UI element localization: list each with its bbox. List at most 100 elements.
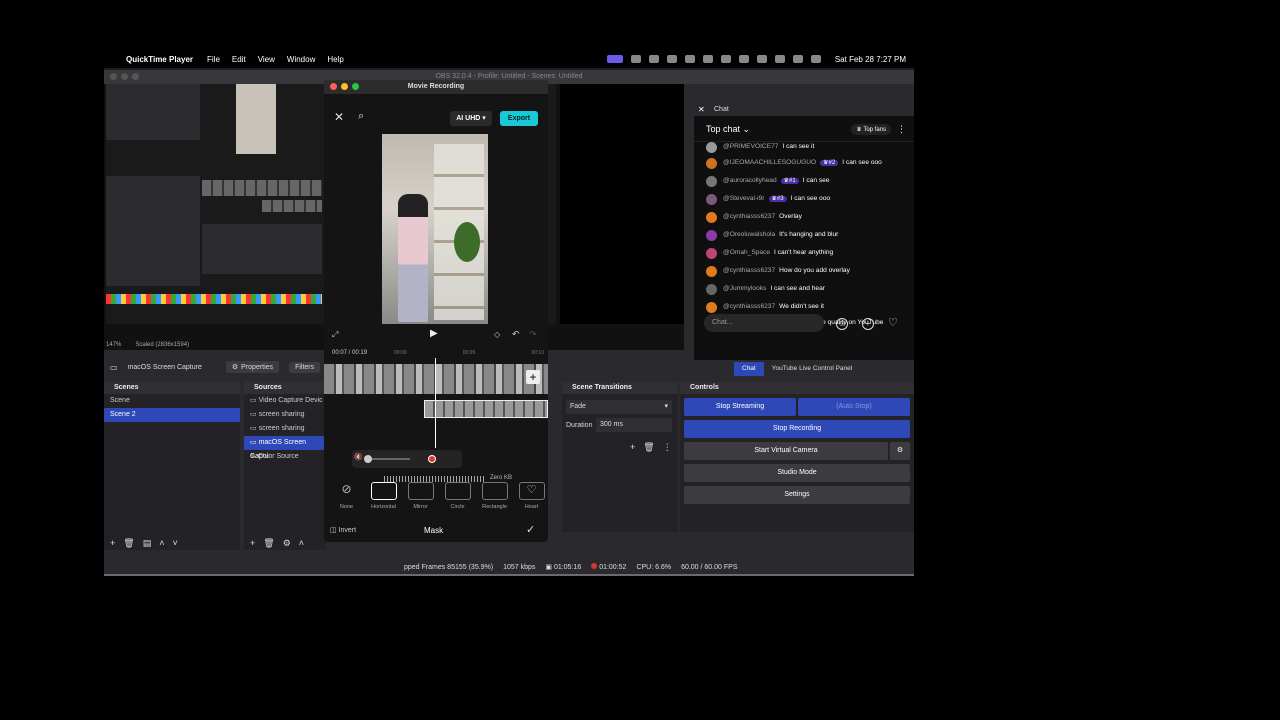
source-item[interactable]: ✎ Color Source: [244, 450, 326, 464]
scaled-resolution[interactable]: Scaled (2836x1594): [135, 342, 189, 348]
chat-author[interactable]: @PRIMEVOICE77: [723, 143, 778, 150]
mask-mirror[interactable]: Mirror: [404, 482, 437, 518]
chat-message[interactable]: @cynthiasss6237 We didn't see it: [706, 302, 906, 313]
gear-icon[interactable]: ⚙: [283, 538, 291, 549]
avatar[interactable]: [706, 284, 717, 295]
stop-recording-button[interactable]: Stop Recording: [684, 420, 910, 438]
top-fans-button[interactable]: ♛ Top fans: [851, 124, 891, 135]
stop-streaming-button[interactable]: Stop Streaming: [684, 398, 796, 416]
menu-edit[interactable]: Edit: [232, 55, 246, 64]
menu-help[interactable]: Help: [327, 55, 343, 64]
search-icon[interactable]: [792, 55, 803, 63]
minimize-button[interactable]: [121, 73, 128, 80]
zoom-button[interactable]: [352, 83, 359, 90]
chat-author[interactable]: @IJEOMAACHILLESOGUGUO: [723, 159, 816, 166]
status-icon[interactable]: [666, 55, 677, 63]
chat-input[interactable]: Chat...: [704, 314, 824, 332]
close-icon[interactable]: ✕: [698, 105, 705, 114]
minimize-button[interactable]: [341, 83, 348, 90]
chat-message[interactable]: @cynthiasss6237 Overlay: [706, 212, 906, 223]
invert-toggle[interactable]: ◫ Invert: [330, 526, 356, 534]
trash-icon[interactable]: 🗑: [263, 538, 274, 549]
close-button[interactable]: [110, 73, 117, 80]
app-menu[interactable]: QuickTime Player: [126, 55, 193, 64]
chat-mode-select[interactable]: Top chat ⌄: [706, 124, 750, 135]
avatar[interactable]: [706, 158, 717, 169]
filters-button[interactable]: Filters: [289, 361, 321, 373]
chat-author[interactable]: @cynthiasss6237: [723, 213, 775, 220]
source-item[interactable]: ▭ screen sharing: [244, 422, 326, 436]
chat-message[interactable]: @cynthiasss6237 How do you add overlay: [706, 266, 906, 277]
more-icon[interactable]: ⋮: [897, 124, 906, 135]
chevron-up-icon[interactable]: ˄: [299, 538, 304, 548]
tab-chat[interactable]: Chat: [734, 362, 764, 376]
confirm-icon[interactable]: ✓: [526, 523, 535, 536]
search-icon[interactable]: ⌕: [358, 110, 364, 123]
filter-icon[interactable]: ▤: [143, 538, 152, 549]
mask-horizontal[interactable]: Horizontal: [367, 482, 400, 518]
avatar[interactable]: [706, 212, 717, 223]
chat-message[interactable]: @Jummylooks I can see and hear: [706, 284, 906, 295]
mask-heart[interactable]: ♡ Heart: [515, 482, 548, 518]
scene-item-selected[interactable]: Scene 2: [104, 408, 240, 422]
control-center-icon[interactable]: [810, 55, 821, 63]
add-icon[interactable]: +: [110, 538, 115, 548]
undo-icon[interactable]: ↶: [512, 329, 520, 340]
status-icon[interactable]: [630, 55, 641, 63]
video-preview[interactable]: [382, 134, 488, 324]
play-icon[interactable]: ▶: [430, 328, 438, 339]
source-item-selected[interactable]: ▭ macOS Screen Captu: [244, 436, 326, 460]
menu-window[interactable]: Window: [287, 55, 315, 64]
emoji-icon[interactable]: ☺: [836, 318, 848, 330]
chat-message[interactable]: @PRIMEVOICE77 I can see it: [706, 142, 906, 153]
chat-message[interactable]: @IJEOMAACHILLESOGUGUO ♛#2 I can see ooo: [706, 158, 906, 169]
chat-author[interactable]: @auroracollyhead: [723, 177, 777, 184]
source-item[interactable]: ▭ screen sharing: [244, 408, 326, 422]
chat-author[interactable]: @Jummylooks: [723, 285, 766, 292]
more-icon[interactable]: ⋮: [663, 442, 672, 453]
battery-icon[interactable]: [756, 55, 767, 63]
chat-message[interactable]: @auroracollyhead ♛#1 I can see: [706, 176, 906, 187]
chat-author[interactable]: @Steveval-i9r: [723, 195, 765, 202]
transition-select[interactable]: Fade ▾: [566, 400, 672, 414]
play-icon[interactable]: [720, 55, 731, 63]
volume-slider[interactable]: [366, 458, 410, 460]
close-icon[interactable]: ✕: [334, 110, 344, 124]
quality-select[interactable]: AI UHD ▾: [450, 111, 492, 126]
keyframe-icon[interactable]: ◇: [494, 330, 500, 339]
chat-author[interactable]: @cynthiasss6237: [723, 303, 775, 310]
mask-none[interactable]: ⊘ None: [330, 482, 363, 518]
auto-stop-button[interactable]: (Auto Stop): [798, 398, 910, 416]
video-track[interactable]: [324, 364, 548, 394]
status-icon[interactable]: [648, 55, 659, 63]
virtual-camera-settings-icon[interactable]: ⚙: [890, 442, 910, 460]
avatar[interactable]: [706, 266, 717, 277]
export-button[interactable]: Export: [500, 111, 538, 126]
trash-icon[interactable]: 🗑: [643, 442, 654, 453]
playhead[interactable]: [435, 358, 436, 448]
close-button[interactable]: [330, 83, 337, 90]
chevron-up-icon[interactable]: ˄: [159, 538, 164, 548]
menu-view[interactable]: View: [258, 55, 275, 64]
settings-button[interactable]: Settings: [684, 486, 910, 504]
mute-icon[interactable]: 🔇: [354, 453, 363, 461]
source-item[interactable]: ▭ Video Capture Devic: [244, 394, 326, 408]
avatar[interactable]: [706, 142, 717, 153]
chat-author[interactable]: @cynthiasss6237: [723, 267, 775, 274]
add-icon[interactable]: +: [862, 318, 874, 330]
tab-youtube-live-control-panel[interactable]: YouTube Live Control Panel: [763, 362, 861, 376]
record-icon[interactable]: [428, 455, 436, 463]
mask-rectangle[interactable]: Rectangle: [478, 482, 511, 518]
add-icon[interactable]: +: [250, 538, 255, 548]
avatar[interactable]: [706, 230, 717, 241]
avatar[interactable]: [706, 248, 717, 259]
menu-file[interactable]: File: [207, 55, 220, 64]
wifi-icon[interactable]: [774, 55, 785, 63]
add-clip-button[interactable]: +: [526, 370, 540, 384]
fullscreen-icon[interactable]: ⤢: [332, 330, 338, 340]
properties-button[interactable]: ⚙ Properties: [225, 361, 280, 373]
mask-circle[interactable]: Circle: [441, 482, 474, 518]
heart-icon[interactable]: ♡: [888, 316, 898, 329]
overlay-track[interactable]: [424, 400, 548, 418]
chevron-down-icon[interactable]: ˅: [172, 538, 177, 548]
